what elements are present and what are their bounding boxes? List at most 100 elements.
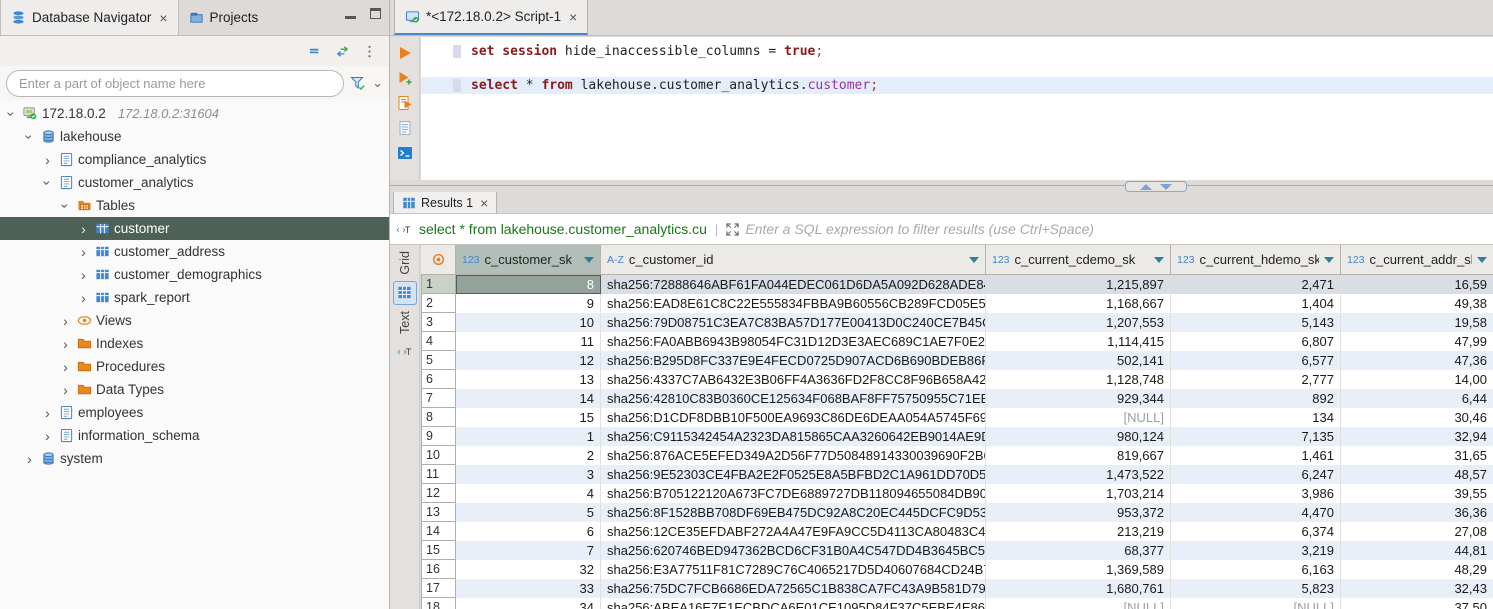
column-filter-arrow-icon[interactable]	[584, 257, 594, 263]
tree-item-compliance-analytics[interactable]: ›compliance_analytics	[0, 148, 389, 171]
expand-arrow-icon[interactable]: ›	[58, 382, 73, 398]
collapse-arrow-icon[interactable]: ›	[40, 175, 56, 190]
grid-cell[interactable]: 6,374	[1171, 522, 1341, 541]
tree-item-customer-demographics[interactable]: ›customer_demographics	[0, 263, 389, 286]
column-header-c_current_addr_sk[interactable]: 123c_current_addr_sk	[1341, 245, 1493, 274]
grid-cell[interactable]: 6,44	[1341, 389, 1493, 408]
grid-cell[interactable]: 32,94	[1341, 427, 1493, 446]
grid-cell[interactable]: 7	[456, 541, 601, 560]
tree-item-system[interactable]: ›system	[0, 447, 389, 470]
grid-cell[interactable]: sha256:C9115342454A2323DA815865CAA326064…	[601, 427, 986, 446]
tree-item-procedures[interactable]: ›Procedures	[0, 355, 389, 378]
grid-cell[interactable]: [NULL]	[986, 408, 1171, 427]
grid-cell[interactable]: 1,404	[1171, 294, 1341, 313]
grid-cell[interactable]: 10	[456, 313, 601, 332]
grid-cell[interactable]: 1,207,553	[986, 313, 1171, 332]
grid-cell[interactable]: 27,08	[1341, 522, 1493, 541]
column-filter-arrow-icon[interactable]	[969, 257, 979, 263]
grid-cell[interactable]: [NULL]	[1171, 598, 1341, 609]
grid-cell[interactable]: sha256:79D08751C3EA7C83BA57D177E00413D0C…	[601, 313, 986, 332]
grid-cell[interactable]: sha256:E3A77511F81C7289C76C4065217D5D406…	[601, 560, 986, 579]
grid-cell[interactable]: sha256:FA0ABB6943B98054FC31D12D3E3AEC689…	[601, 332, 986, 351]
grid-cell[interactable]: 30,46	[1341, 408, 1493, 427]
column-filter-arrow-icon[interactable]	[1154, 257, 1164, 263]
grid-cell[interactable]: 6,247	[1171, 465, 1341, 484]
expand-arrow-icon[interactable]: ›	[58, 359, 73, 375]
grid-cell[interactable]: 5,143	[1171, 313, 1341, 332]
tree-item-indexes[interactable]: ›Indexes	[0, 332, 389, 355]
tree-item-172-18-0-2[interactable]: ›172.18.0.2172.18.0.2:31604	[0, 102, 389, 125]
grid-cell[interactable]: 929,344	[986, 389, 1171, 408]
grid-cell[interactable]: 48,57	[1341, 465, 1493, 484]
grid-cell[interactable]: 32	[456, 560, 601, 579]
tab-projects[interactable]: Projects	[179, 0, 269, 35]
row-number[interactable]: 7	[421, 389, 456, 408]
grid-cell[interactable]: 1,473,522	[986, 465, 1171, 484]
kebab-menu-icon[interactable]	[362, 44, 377, 59]
tree-item-data-types[interactable]: ›Data Types	[0, 378, 389, 401]
column-filter-arrow-icon[interactable]	[1477, 257, 1487, 263]
tree-item-tables[interactable]: ›Tables	[0, 194, 389, 217]
row-number[interactable]: 4	[421, 332, 456, 351]
grid-cell[interactable]: 8	[456, 275, 601, 294]
collapse-all-icon[interactable]	[308, 44, 323, 59]
row-number[interactable]: 6	[421, 370, 456, 389]
execute-script-icon[interactable]	[397, 95, 413, 111]
collapse-arrow-icon[interactable]: ›	[22, 129, 38, 144]
expand-arrow-icon[interactable]: ›	[40, 152, 55, 168]
grid-cell[interactable]: 6,163	[1171, 560, 1341, 579]
collapse-arrow-icon[interactable]: ›	[58, 198, 74, 213]
grid-cell[interactable]: 44,81	[1341, 541, 1493, 560]
grid-cell[interactable]: 19,58	[1341, 313, 1493, 332]
expand-arrow-icon[interactable]: ›	[58, 336, 73, 352]
row-number[interactable]: 16	[421, 560, 456, 579]
grid-cell[interactable]: sha256:72888646ABF61FA044EDEC061D6DA5A09…	[601, 275, 986, 294]
minimize-icon[interactable]	[345, 16, 356, 19]
grid-cell[interactable]: 14	[456, 389, 601, 408]
grid-cell[interactable]: 49,38	[1341, 294, 1493, 313]
grid-cell[interactable]: 12	[456, 351, 601, 370]
expand-arrow-icon[interactable]: ›	[76, 244, 91, 260]
grid-cell[interactable]: 1,369,589	[986, 560, 1171, 579]
grid-cell[interactable]: 4,470	[1171, 503, 1341, 522]
grid-cell[interactable]: 3,219	[1171, 541, 1341, 560]
grid-cell[interactable]: 5	[456, 503, 601, 522]
grid-cell[interactable]: 819,667	[986, 446, 1171, 465]
tree-item-spark-report[interactable]: ›spark_report	[0, 286, 389, 309]
grid-cell[interactable]: 4	[456, 484, 601, 503]
grid-cell[interactable]: 134	[1171, 408, 1341, 427]
grid-cell[interactable]: 953,372	[986, 503, 1171, 522]
collapse-down-icon[interactable]	[1160, 184, 1172, 190]
filter-funnel-icon[interactable]	[350, 75, 366, 91]
tree-item-customer-analytics[interactable]: ›customer_analytics	[0, 171, 389, 194]
grid-cell[interactable]: 32,43	[1341, 579, 1493, 598]
row-number[interactable]: 10	[421, 446, 456, 465]
grid-cell[interactable]: 68,377	[986, 541, 1171, 560]
collapse-arrow-icon[interactable]: ›	[4, 106, 20, 121]
grid-cell[interactable]: 892	[1171, 389, 1341, 408]
grid-cell[interactable]: 1,128,748	[986, 370, 1171, 389]
tree-item-employees[interactable]: ›employees	[0, 401, 389, 424]
editor-results-sash[interactable]	[390, 180, 1493, 192]
grid-cell[interactable]: 1,703,214	[986, 484, 1171, 503]
tree-item-information-schema[interactable]: ›information_schema	[0, 424, 389, 447]
grid-cell[interactable]: 34	[456, 598, 601, 609]
column-header-c_customer_sk[interactable]: 123c_customer_sk	[456, 245, 601, 274]
grid-cell[interactable]: 47,99	[1341, 332, 1493, 351]
tree-item-lakehouse[interactable]: ›lakehouse	[0, 125, 389, 148]
column-header-c_current_hdemo_sk[interactable]: 123c_current_hdemo_sk	[1171, 245, 1341, 274]
row-number[interactable]: 15	[421, 541, 456, 560]
grid-cell[interactable]: 3	[456, 465, 601, 484]
grid-cell[interactable]: 980,124	[986, 427, 1171, 446]
row-number[interactable]: 2	[421, 294, 456, 313]
grid-cell[interactable]: 6,807	[1171, 332, 1341, 351]
grid-cell[interactable]: [NULL]	[986, 598, 1171, 609]
expand-arrow-icon[interactable]: ›	[76, 267, 91, 283]
grid-cell[interactable]: 1,168,667	[986, 294, 1171, 313]
grid-cell[interactable]: sha256:B705122120A673FC7DE6889727DB11809…	[601, 484, 986, 503]
grid-cell[interactable]: sha256:9E52303CE4FBA2E2F0525E8A5BFBD2C1A…	[601, 465, 986, 484]
grid-view-icon[interactable]	[393, 281, 417, 305]
grid-cell[interactable]: sha256:EAD8E61C8C22E555834FBBA9B60556CB2…	[601, 294, 986, 313]
grid-cell[interactable]: 48,29	[1341, 560, 1493, 579]
sash-collapse-control[interactable]	[1125, 181, 1187, 192]
